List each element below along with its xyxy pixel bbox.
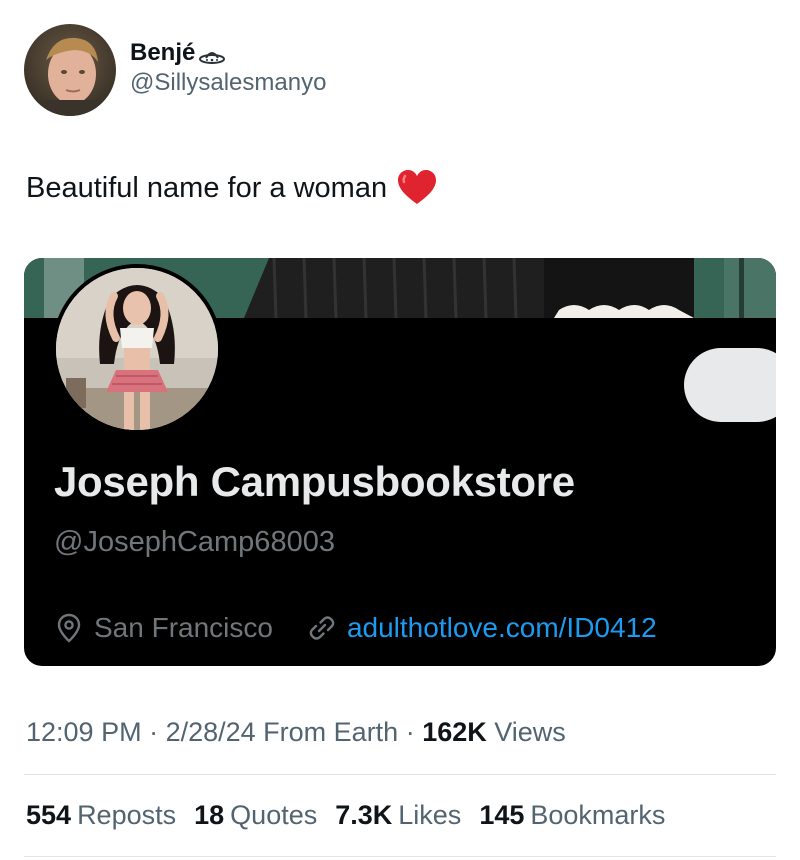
engagement-stats: 554 Reposts 18 Quotes 7.3K Likes 145 Bookmar… <box>26 797 683 833</box>
likes-label: Likes <box>398 800 462 830</box>
tweet-date[interactable]: 2/28/24 <box>166 717 256 747</box>
tweet-author[interactable]: Benjé @Sillysalesmanyo <box>24 24 326 116</box>
ufo-icon <box>198 44 226 64</box>
tweet-timestamp-row: 12:09 PM · 2/28/24 From Earth · 162K Vie… <box>26 714 566 750</box>
location-text: San Francisco <box>94 612 273 643</box>
profile-avatar[interactable] <box>52 264 222 434</box>
author-avatar[interactable] <box>24 24 116 116</box>
author-display-name[interactable]: Benjé <box>130 38 326 68</box>
divider <box>24 774 776 775</box>
bookmarks-label: Bookmarks <box>530 800 666 830</box>
separator-dot: · <box>398 717 423 747</box>
reposts-label: Reposts <box>77 800 177 830</box>
tweet-source: From Earth <box>255 717 399 747</box>
tweet-time[interactable]: 12:09 PM <box>26 717 142 747</box>
quotes-count: 18 <box>194 800 225 830</box>
link-icon <box>307 613 337 643</box>
likes-count: 7.3K <box>335 800 393 830</box>
profile-photo-icon <box>56 268 218 430</box>
embedded-profile-card[interactable]: Joseph Campusbookstore @JosephCamp68003 … <box>24 258 776 666</box>
views-count: 162K <box>422 717 487 747</box>
views-label: Views <box>486 717 566 747</box>
follow-button[interactable] <box>684 348 776 422</box>
author-handle[interactable]: @Sillysalesmanyo <box>130 68 326 98</box>
profile-name: Joseph Campusbookstore <box>54 458 575 505</box>
tweet-text-content: Beautiful name for a woman <box>26 172 388 204</box>
location-pin-icon <box>54 613 84 643</box>
reposts-stat[interactable]: 554 Reposts <box>26 797 176 833</box>
link-text[interactable]: adulthotlove.com/ID0412 <box>347 610 657 646</box>
bookmarks-count: 145 <box>479 800 525 830</box>
red-heart-icon <box>397 170 437 206</box>
profile-meta: San Francisco adulthotlove.com/ID0412 <box>54 610 657 646</box>
quotes-label: Quotes <box>230 800 318 830</box>
author-name-text: Benjé <box>130 39 196 66</box>
reposts-count: 554 <box>26 800 72 830</box>
likes-stat[interactable]: 7.3K Likes <box>335 797 461 833</box>
profile-handle: @JosephCamp68003 <box>54 526 335 558</box>
profile-location: San Francisco <box>54 610 273 646</box>
tweet-text: Beautiful name for a woman <box>26 170 437 206</box>
quotes-stat[interactable]: 18 Quotes <box>194 797 317 833</box>
divider <box>24 856 776 857</box>
avatar-photo-icon <box>24 24 116 116</box>
separator-dot: · <box>141 717 166 747</box>
profile-link[interactable]: adulthotlove.com/ID0412 <box>307 610 657 646</box>
bookmarks-stat[interactable]: 145 Bookmarks <box>479 797 665 833</box>
